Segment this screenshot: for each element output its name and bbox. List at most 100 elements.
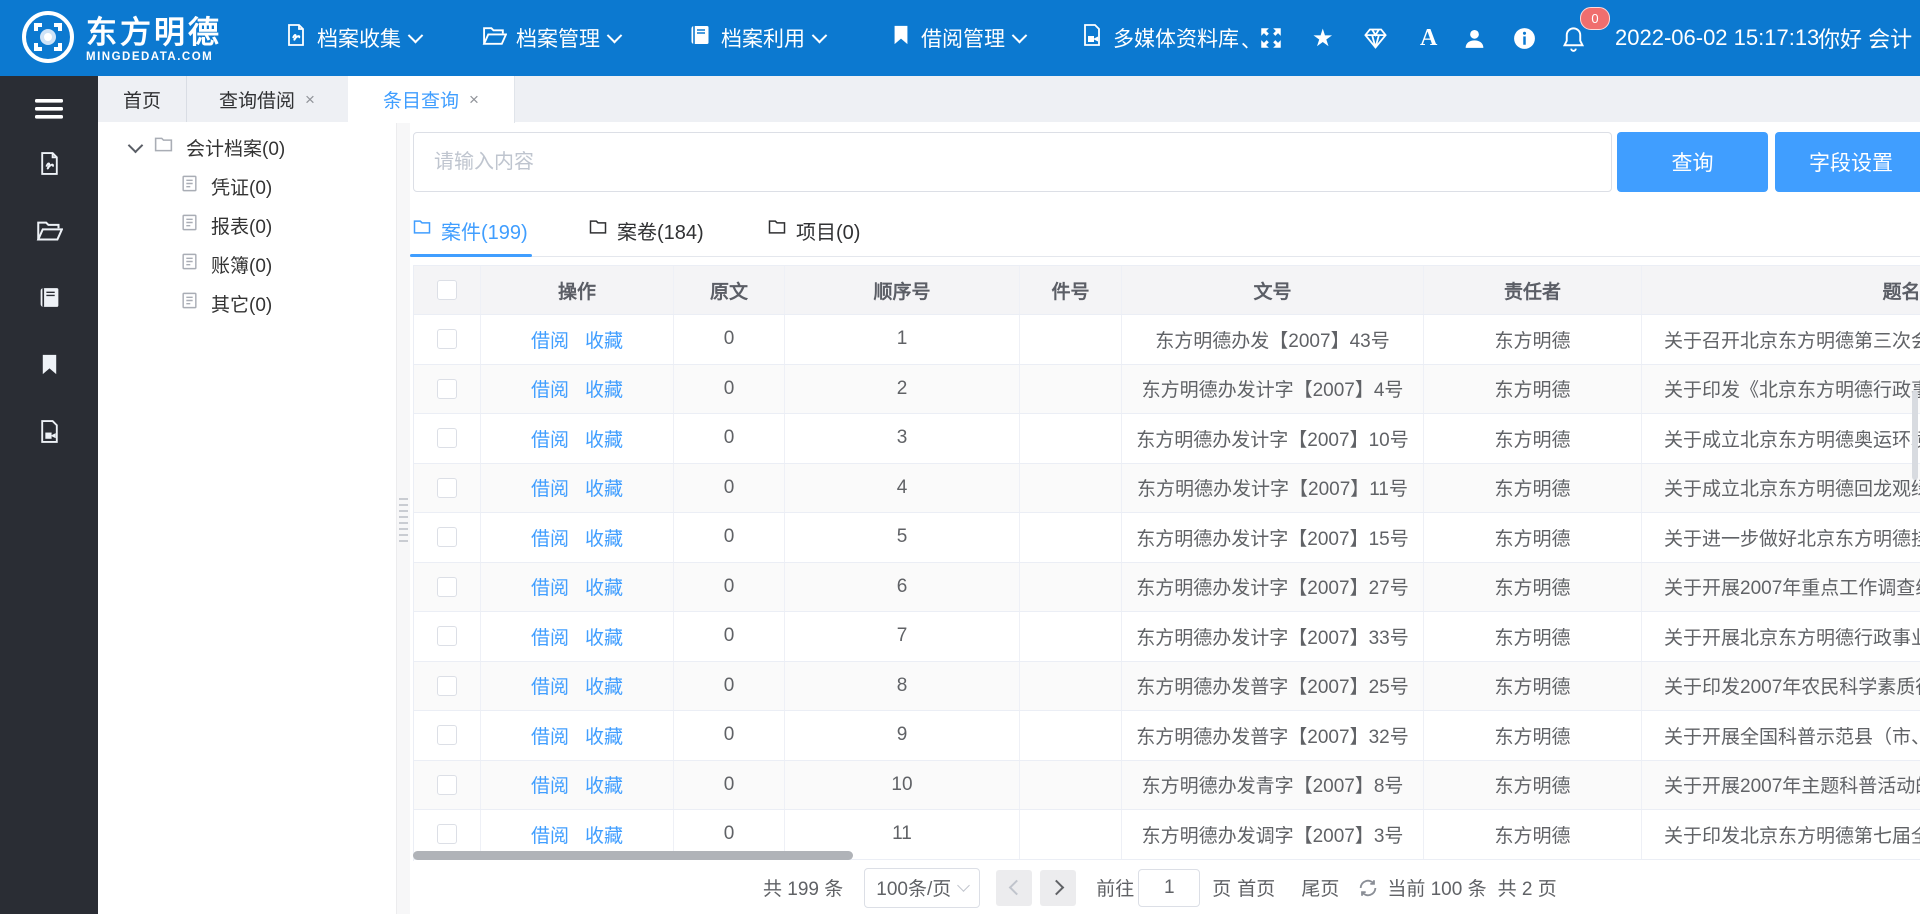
folder-open-icon[interactable]: [0, 216, 98, 244]
page-size-value: 100条/页: [876, 874, 951, 901]
document-icon: [180, 252, 199, 277]
tab-query-borrow[interactable]: 查询借阅: [186, 76, 349, 122]
caret-down-icon[interactable]: [128, 137, 144, 153]
tree-node-label: 其它(0): [211, 290, 272, 317]
favorite-link[interactable]: 收藏: [585, 672, 623, 699]
subtab-files[interactable]: 案卷(184): [588, 205, 704, 255]
page-tabbar: 首页 查询借阅 条目查询: [98, 76, 1920, 123]
borrow-link[interactable]: 借阅: [531, 722, 569, 749]
page-size-select[interactable]: 100条/页: [864, 868, 980, 908]
row-checkbox[interactable]: [437, 379, 457, 399]
query-button[interactable]: 查询: [1617, 132, 1768, 192]
cell-title: 关于召开北京东方明德第三次会: [1642, 315, 1920, 364]
folder-icon: [588, 217, 608, 243]
borrow-link[interactable]: 借阅: [531, 524, 569, 551]
borrow-link[interactable]: 借阅: [531, 425, 569, 452]
row-actions-cell: 借阅收藏: [481, 563, 674, 612]
borrow-link[interactable]: 借阅: [531, 623, 569, 650]
prev-page-button[interactable]: [996, 870, 1032, 906]
subtab-cases[interactable]: 案件(199): [412, 205, 528, 255]
cell-sequence: 6: [785, 563, 1020, 612]
tree-node-label: 账簿(0): [211, 251, 272, 278]
font-size-icon[interactable]: A: [1420, 0, 1437, 76]
fullscreen-icon[interactable]: [1258, 0, 1284, 76]
goto-page-input[interactable]: [1138, 869, 1200, 907]
cell-sequence: 2: [785, 365, 1020, 414]
user-icon[interactable]: [1462, 0, 1487, 76]
close-tab-icon[interactable]: [305, 91, 315, 108]
borrow-link[interactable]: 借阅: [531, 375, 569, 402]
book-icon[interactable]: [0, 283, 98, 311]
tree-node-accounting-archive[interactable]: 会计档案(0): [98, 128, 428, 167]
favorite-link[interactable]: 收藏: [585, 573, 623, 600]
borrow-link[interactable]: 借阅: [531, 474, 569, 501]
cell-doc-no: 东方明德办发计字【2007】27号: [1122, 563, 1424, 612]
borrow-link[interactable]: 借阅: [531, 771, 569, 798]
nav-archive-manage[interactable]: 档案管理: [482, 0, 620, 76]
cell-sequence: 9: [785, 711, 1020, 760]
row-checkbox[interactable]: [437, 824, 457, 844]
favorite-link[interactable]: 收藏: [585, 821, 623, 848]
field-settings-button[interactable]: 字段设置: [1775, 132, 1920, 192]
favorite-star-icon[interactable]: ★: [1312, 0, 1334, 76]
vertical-scrollbar[interactable]: [1912, 390, 1918, 480]
row-actions-cell: 借阅收藏: [481, 662, 674, 711]
next-page-button[interactable]: [1040, 870, 1076, 906]
bookmark-icon[interactable]: [0, 350, 98, 378]
row-checkbox[interactable]: [437, 725, 457, 745]
tab-home[interactable]: 首页: [98, 76, 187, 122]
tree-node-label: 会计档案(0): [186, 134, 285, 161]
pdf-file-icon[interactable]: [0, 149, 98, 177]
cell-title: 关于开展全国科普示范县（市、: [1642, 711, 1920, 760]
row-checkbox[interactable]: [437, 329, 457, 349]
hamburger-menu-icon[interactable]: [0, 95, 98, 123]
borrow-link[interactable]: 借阅: [531, 672, 569, 699]
subtab-projects[interactable]: 项目(0): [767, 205, 860, 255]
nav-borrow-manage[interactable]: 借阅管理: [890, 0, 1025, 76]
media-file-icon[interactable]: [0, 417, 98, 445]
favorite-link[interactable]: 收藏: [585, 375, 623, 402]
row-checkbox[interactable]: [437, 478, 457, 498]
search-input[interactable]: [413, 132, 1612, 192]
nav-media-library[interactable]: 多媒体资料库: [1080, 0, 1239, 76]
row-checkbox[interactable]: [437, 428, 457, 448]
close-tab-icon[interactable]: [469, 91, 479, 108]
row-checkbox[interactable]: [437, 676, 457, 696]
cell-item-no: [1020, 513, 1122, 562]
row-checkbox-cell: [414, 414, 481, 463]
gem-icon[interactable]: [1362, 0, 1389, 76]
borrow-link[interactable]: 借阅: [531, 821, 569, 848]
tab-entry-query[interactable]: 条目查询: [348, 76, 515, 123]
nav-archive-collect[interactable]: 档案收集: [284, 0, 421, 76]
last-page-link[interactable]: 尾页: [1301, 874, 1339, 901]
favorite-link[interactable]: 收藏: [585, 474, 623, 501]
row-checkbox[interactable]: [437, 527, 457, 547]
table-row: 借阅收藏01东方明德办发【2007】43号东方明德关于召开北京东方明德第三次会: [414, 315, 1920, 365]
favorite-link[interactable]: 收藏: [585, 623, 623, 650]
favorite-link[interactable]: 收藏: [585, 722, 623, 749]
favorite-link[interactable]: 收藏: [585, 524, 623, 551]
main-panel: 查询 字段设置 案件(199) 案卷(184) 项目(0) 操作: [410, 122, 1920, 914]
info-icon[interactable]: [1512, 0, 1537, 76]
favorite-link[interactable]: 收藏: [585, 425, 623, 452]
tab-label: 首页: [123, 86, 161, 113]
borrow-link[interactable]: 借阅: [531, 573, 569, 600]
row-checkbox[interactable]: [437, 626, 457, 646]
folder-open-icon: [482, 23, 507, 54]
refresh-icon[interactable]: [1357, 877, 1379, 899]
row-checkbox-cell: [414, 315, 481, 364]
first-page-link[interactable]: 首页: [1237, 874, 1275, 901]
row-checkbox[interactable]: [437, 775, 457, 795]
select-all-checkbox[interactable]: [437, 280, 457, 300]
favorite-link[interactable]: 收藏: [585, 326, 623, 353]
cell-sequence: 8: [785, 662, 1020, 711]
bookmark-icon: [890, 24, 912, 52]
cell-sequence: 5: [785, 513, 1020, 562]
borrow-link[interactable]: 借阅: [531, 326, 569, 353]
favorite-link[interactable]: 收藏: [585, 771, 623, 798]
subtab-divider: [410, 256, 1920, 257]
row-checkbox[interactable]: [437, 577, 457, 597]
horizontal-scrollbar[interactable]: [413, 851, 853, 860]
cell-responsible: 东方明德: [1424, 761, 1642, 810]
nav-archive-use[interactable]: 档案利用: [688, 0, 825, 76]
